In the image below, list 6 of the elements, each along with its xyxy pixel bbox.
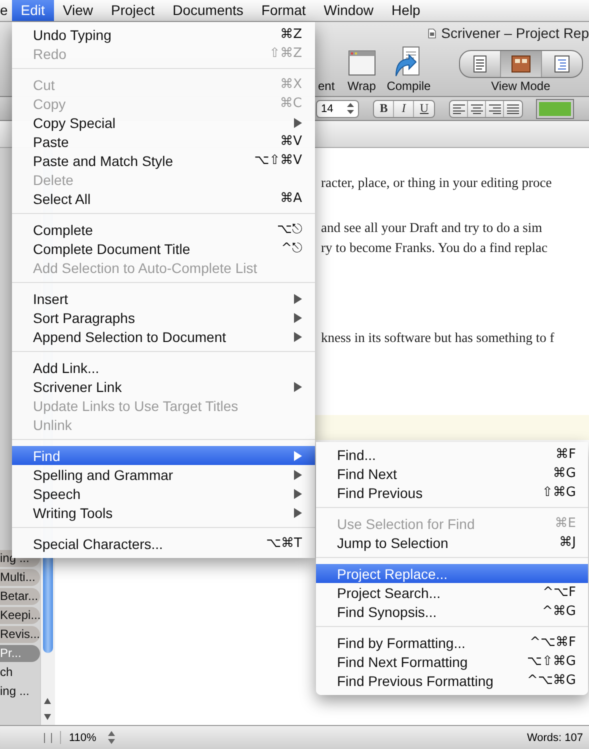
text-line: ry to become Franks. You do a find replac bbox=[321, 239, 548, 257]
text-line: and see all your Draft and try to do a sim bbox=[321, 219, 544, 237]
text-line: racter, place, or thing in your editing proce bbox=[321, 174, 553, 192]
text-line: kness in its software but has something to f bbox=[321, 329, 556, 347]
window-title: Scrivener – Project Rep bbox=[441, 25, 589, 41]
word-count: Words: 107 bbox=[526, 732, 583, 744]
